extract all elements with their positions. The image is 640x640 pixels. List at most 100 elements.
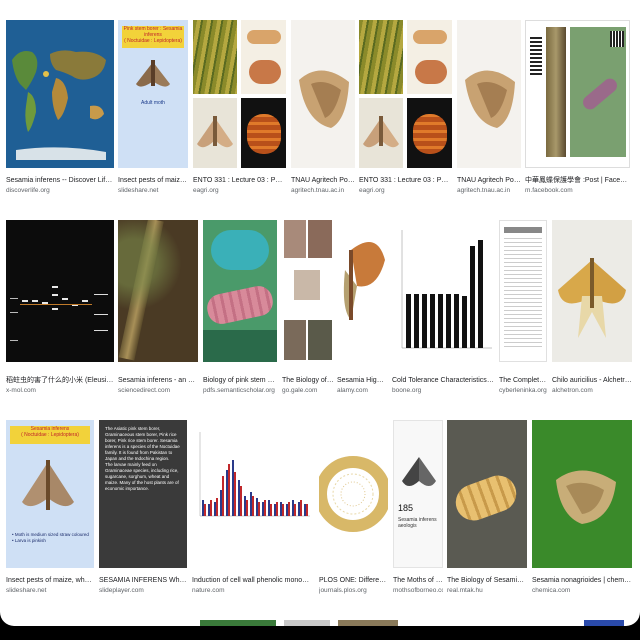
result-caption[interactable]: TNAU Agritech Portal :: Crop ... (291, 176, 355, 185)
moth-on-leaf-thumbnail[interactable] (532, 420, 632, 568)
slide-subtitle: Adult moth (141, 100, 165, 106)
result-source[interactable]: slideshare.net (118, 186, 188, 195)
result-source[interactable]: slideshare.net (6, 586, 94, 595)
image-search-results: Sesamia inferens -- Discover Life mobile… (0, 0, 640, 626)
result-caption[interactable]: SESAMIA INFERENS Wheat Stem Borer - pp..… (99, 576, 187, 585)
result-caption[interactable]: Sesamia inferens -- Discover Life mobile (6, 176, 114, 185)
result-tile[interactable]: The Biology of Sesami... go.gale.com (282, 220, 334, 410)
result-caption[interactable]: 稻蛀虫的害了什么的小米 (Eleusine coracana Gaertn... (6, 376, 114, 385)
result-source[interactable]: boone.org (392, 386, 495, 395)
sorghum-pest-collage-thumbnail[interactable] (359, 20, 452, 168)
result-source[interactable]: alamy.com (337, 386, 387, 395)
slide-text: The Asiatic pink stem borer, Graminaceou… (105, 426, 180, 491)
result-caption[interactable]: Sesamia High Resoluti... (337, 376, 387, 385)
result-caption[interactable]: 中華鳳蝶保護學會 :Post | Facebook (525, 176, 630, 185)
result-caption[interactable]: The Moths of Borneo: (393, 576, 443, 585)
stem-borer-photo-thumbnail[interactable] (118, 220, 198, 362)
result-caption[interactable]: The Complete Mitocho... (499, 376, 547, 385)
result-tile[interactable]: The Biology of Sesamia inferens (Walke..… (447, 420, 527, 610)
result-tile[interactable]: TNAU Agritech Portal :: Crop ... agritec… (291, 20, 355, 210)
result-source[interactable]: agritech.tnau.ac.in (291, 186, 355, 195)
result-caption[interactable]: ENTO 331 : Lecture 03 : Pests of Sorghum (359, 176, 452, 185)
larva-photo-thumbnail[interactable] (447, 420, 527, 568)
biology-collage-thumbnail[interactable] (282, 220, 334, 362)
result-caption[interactable]: Sesamia inferens - an overview | Science… (118, 376, 198, 385)
result-source[interactable]: nature.com (192, 586, 314, 595)
slide-title: Sesamia inferens ( Noctuidae : Lepidopte… (10, 426, 90, 444)
result-caption[interactable]: TNAU Agritech Portal :: Crop ... (457, 176, 521, 185)
phylogenetic-tree-thumbnail[interactable] (319, 420, 388, 568)
result-caption[interactable]: ENTO 331 : Lecture 03 : Pests of Sorghum (193, 176, 286, 185)
slide-title: Pink stem borer : Sesamia inferens ( Noc… (122, 26, 184, 48)
result-tile[interactable]: Biology of pink stem borer, Sesamia... p… (203, 220, 277, 410)
result-source[interactable]: agritech.tnau.ac.in (457, 186, 521, 195)
result-tile[interactable]: Chilo auricilius - Alchetron, The Free S… (552, 220, 632, 410)
moth-icon (22, 460, 74, 510)
larva-photo-thumbnail[interactable] (203, 220, 277, 362)
result-caption[interactable]: Induction of cell wall phenolic monomers… (192, 576, 314, 585)
result-caption[interactable]: The Biology of Sesami... (282, 376, 334, 385)
bar-chart-thumbnail[interactable] (192, 420, 314, 568)
bottom-border (0, 626, 640, 640)
sorghum-pest-collage-thumbnail[interactable] (193, 20, 286, 168)
moth-illustration-thumbnail[interactable] (337, 220, 387, 362)
result-tile[interactable]: ENTO 331 : Lecture 03 : Pests of Sorghum… (193, 20, 286, 210)
result-caption[interactable]: Cold Tolerance Characteristics and Overw… (392, 376, 495, 385)
result-source[interactable]: real.mtak.hu (447, 586, 527, 595)
moth-icon (136, 60, 170, 87)
result-source[interactable]: discoverlife.org (6, 186, 114, 195)
result-tile[interactable]: Sesamia nonagrioides | chemica.com chemi… (532, 420, 632, 610)
moth-thumbnail[interactable] (457, 20, 521, 168)
result-tile[interactable]: Induction of cell wall phenolic monomers… (192, 420, 314, 610)
result-tile[interactable]: Sesamia inferens ( Noctuidae : Lepidopte… (6, 420, 94, 610)
result-source[interactable]: mothsofborneo.com (393, 586, 443, 595)
result-caption[interactable]: Insect pests of maize, wheat & ragi 1 (6, 576, 94, 585)
result-source[interactable]: eagri.org (359, 186, 452, 195)
world-map-thumbnail[interactable] (6, 20, 114, 168)
moth-drawing-thumbnail[interactable]: 185 Sesamia inferens aeologis (393, 420, 443, 568)
result-source[interactable]: m.facebook.com (525, 186, 630, 195)
result-source[interactable]: journals.plos.org (319, 586, 388, 595)
result-source[interactable]: x-mol.com (6, 386, 114, 395)
result-tile[interactable]: Sesamia inferens -- Discover Life mobile… (6, 20, 114, 210)
bar-chart-thumbnail[interactable] (392, 220, 495, 362)
result-tile[interactable]: Cold Tolerance Characteristics and Overw… (392, 220, 495, 410)
result-source[interactable]: pdfs.semanticscholar.org (203, 386, 277, 395)
result-tile[interactable]: Sesamia High Resoluti... alamy.com (337, 220, 387, 410)
facebook-post-thumbnail[interactable] (525, 20, 630, 168)
moths-label: Sesamia inferens aeologis (398, 517, 437, 529)
slide-thumbnail[interactable]: The Asiatic pink stem borer, Graminaceou… (99, 420, 187, 568)
result-caption[interactable]: Sesamia nonagrioides | chemica.com (532, 576, 632, 585)
result-tile[interactable]: 稻蛀虫的害了什么的小米 (Eleusine coracana Gaertn...… (6, 220, 114, 410)
gel-electrophoresis-thumbnail[interactable] (6, 220, 114, 362)
result-tile[interactable]: The Asiatic pink stem borer, Graminaceou… (99, 420, 187, 610)
result-tile[interactable]: PLOS ONE: Differential Expressio... jour… (319, 420, 388, 610)
paper-page-thumbnail[interactable] (499, 220, 547, 362)
moth-thumbnail[interactable] (291, 20, 355, 168)
result-source[interactable]: alchetron.com (552, 386, 632, 395)
moth-photo-thumbnail[interactable] (552, 220, 632, 362)
result-tile[interactable]: ENTO 331 : Lecture 03 : Pests of Sorghum… (359, 20, 452, 210)
result-tile[interactable]: Sesamia inferens - an overview | Science… (118, 220, 198, 410)
result-tile[interactable]: TNAU Agritech Portal :: Crop ... agritec… (457, 20, 521, 210)
result-source[interactable]: sciencedirect.com (118, 386, 198, 395)
result-tile[interactable]: Pink stem borer : Sesamia inferens ( Noc… (118, 20, 188, 210)
result-caption[interactable]: Insect pests of maize, wheat & ra... (118, 176, 188, 185)
slide-thumbnail[interactable]: Sesamia inferens ( Noctuidae : Lepidopte… (6, 420, 94, 568)
result-source[interactable]: eagri.org (193, 186, 286, 195)
result-source[interactable]: cyberleninka.org (499, 386, 547, 395)
slide-thumbnail[interactable]: Pink stem borer : Sesamia inferens ( Noc… (118, 20, 188, 168)
result-tile[interactable]: 185 Sesamia inferens aeologis The Moths … (393, 420, 443, 610)
result-caption[interactable]: Biology of pink stem borer, Sesamia... (203, 376, 277, 385)
screen: Sesamia inferens -- Discover Life mobile… (0, 0, 640, 640)
slide-bullets: • Moth is medium sized straw coloured • … (12, 532, 89, 543)
result-caption[interactable]: PLOS ONE: Differential Expressio... (319, 576, 388, 585)
result-source[interactable]: slideplayer.com (99, 586, 187, 595)
moth-icon (402, 457, 436, 486)
result-caption[interactable]: Chilo auricilius - Alchetron, The Free S… (552, 376, 632, 385)
result-source[interactable]: go.gale.com (282, 386, 334, 395)
result-caption[interactable]: The Biology of Sesamia inferens (Walke..… (447, 576, 527, 585)
result-tile[interactable]: The Complete Mitocho... cyberleninka.org (499, 220, 547, 410)
result-tile[interactable]: 中華鳳蝶保護學會 :Post | Facebook m.facebook.com (525, 20, 630, 210)
result-source[interactable]: chemica.com (532, 586, 632, 595)
